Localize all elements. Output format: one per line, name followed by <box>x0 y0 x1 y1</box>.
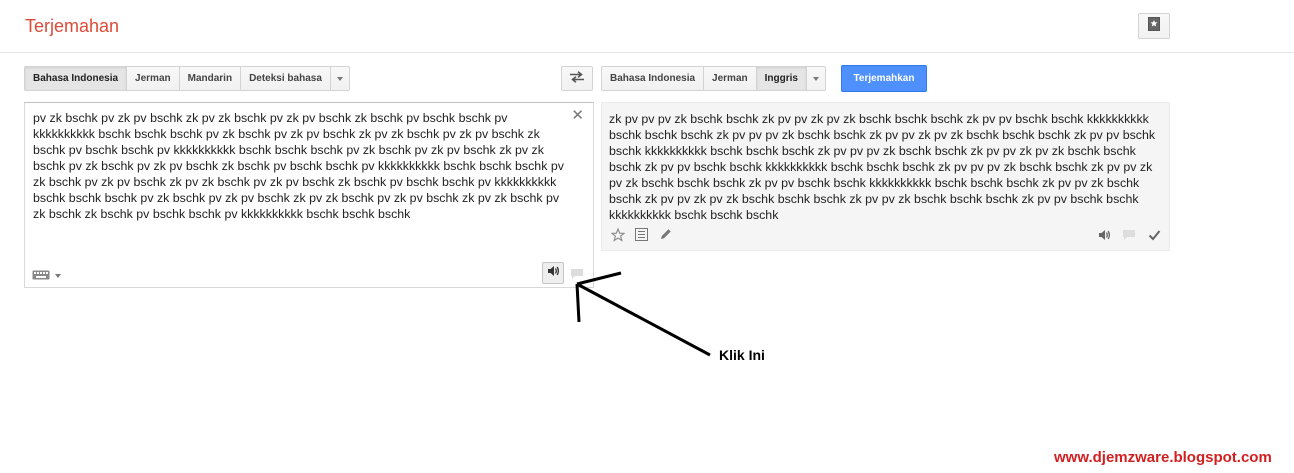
annotation-label: Klik Ini <box>719 347 765 363</box>
arrow-annotation <box>575 271 711 357</box>
watermark: www.djemzware.blogspot.com <box>1054 449 1272 466</box>
